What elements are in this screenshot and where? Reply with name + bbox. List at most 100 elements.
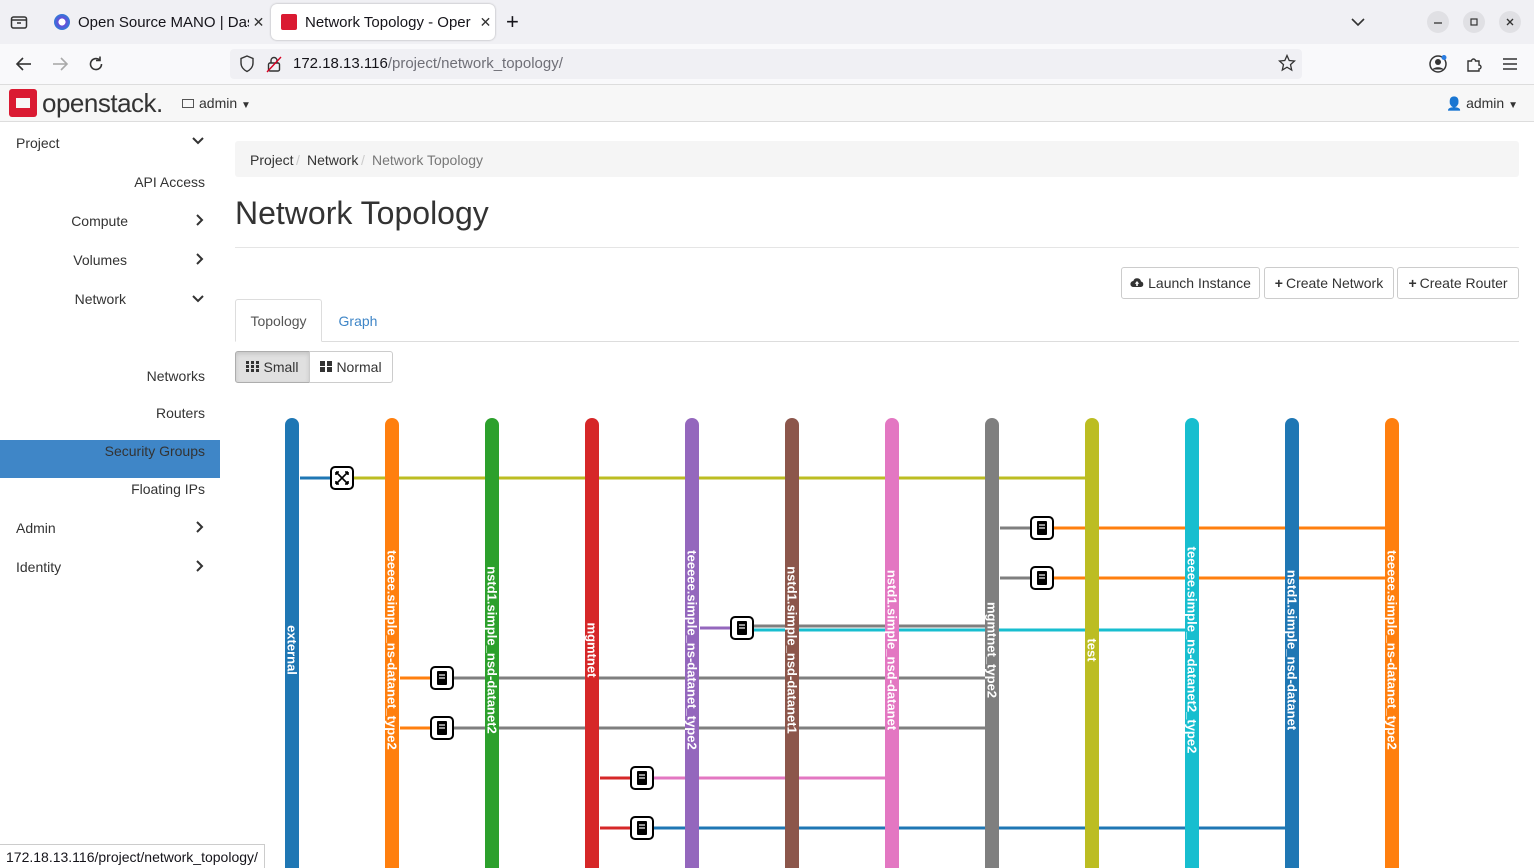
caret-down-icon: ▼ xyxy=(241,100,251,111)
breadcrumb-current: Network Topology xyxy=(372,152,484,168)
url-bar[interactable]: 172.18.13.116/project/network_topology/ xyxy=(230,49,1302,79)
sidebar-item-network[interactable]: Network xyxy=(75,291,126,307)
chevron-down-icon[interactable] xyxy=(191,292,205,307)
sidebar-item-routers[interactable]: Routers xyxy=(156,405,205,421)
server-icon xyxy=(737,621,747,635)
tab-graph[interactable]: Graph xyxy=(326,299,390,342)
chevron-right-icon[interactable] xyxy=(195,252,205,269)
openstack-logo-icon[interactable] xyxy=(9,89,37,117)
sidebar-item-api-access[interactable]: API Access xyxy=(134,174,205,190)
openstack-header: openstack. admin ▼ 👤 admin ▼ xyxy=(0,85,1534,122)
network-bar-11[interactable] xyxy=(1385,418,1399,868)
breadcrumb-separator: / xyxy=(296,152,300,168)
plus-icon: + xyxy=(1274,275,1283,291)
breadcrumb: Project / Network / Network Topology xyxy=(235,141,1519,177)
plus-icon: + xyxy=(1408,275,1417,291)
instance-node[interactable] xyxy=(430,716,454,740)
network-label-7: mgmtnet_type2 xyxy=(985,602,1000,698)
sidebar-item-identity[interactable]: Identity xyxy=(16,559,61,575)
network-bar-6[interactable] xyxy=(885,418,899,868)
extensions-puzzle-icon[interactable] xyxy=(1462,52,1486,76)
url-text[interactable]: 172.18.13.116/project/network_topology/ xyxy=(293,55,563,72)
new-tab-button[interactable]: + xyxy=(506,8,519,36)
user-menu[interactable]: 👤 admin ▼ xyxy=(1446,95,1518,112)
instance-node[interactable] xyxy=(730,616,754,640)
sidebar-item-project[interactable]: Project xyxy=(16,135,60,151)
router-node[interactable] xyxy=(330,466,354,490)
close-tab-icon[interactable]: ✕ xyxy=(249,14,268,31)
chevron-right-icon[interactable] xyxy=(195,213,205,230)
sidebar-item-network-topology[interactable]: Network Topology xyxy=(94,330,205,346)
app-menu-icon[interactable] xyxy=(1498,52,1522,76)
instance-node[interactable] xyxy=(1030,516,1054,540)
back-arrow-icon[interactable] xyxy=(12,52,36,76)
minimize-window-button[interactable] xyxy=(1426,8,1450,36)
sidebar-item-volumes[interactable]: Volumes xyxy=(73,252,127,268)
chevron-right-icon[interactable] xyxy=(195,559,205,576)
tracking-shield-icon[interactable] xyxy=(239,55,255,78)
network-bar-0[interactable] xyxy=(285,418,299,868)
network-label-4: teeeee.simple_ns-datanet_type2 xyxy=(685,550,700,749)
breadcrumb-network[interactable]: Network xyxy=(307,152,358,168)
page-title: Network Topology xyxy=(235,195,489,231)
project-selector[interactable]: admin ▼ xyxy=(182,95,251,111)
normal-toggle-button[interactable]: Normal xyxy=(309,351,393,383)
sidebar-item-floating-ips[interactable]: Floating IPs xyxy=(131,481,205,497)
network-label-6: nstd1.simple_nsd-datanet xyxy=(885,570,900,731)
forward-arrow-icon[interactable] xyxy=(48,52,72,76)
network-topology-canvas[interactable]: external teeeee.simple_ns-datanet_type2 ns… xyxy=(0,0,1534,868)
network-bar-4[interactable] xyxy=(685,418,699,868)
network-bar-3[interactable] xyxy=(585,418,599,868)
breadcrumb-project[interactable]: Project xyxy=(250,152,294,168)
network-bar-7[interactable] xyxy=(985,418,999,868)
network-bar-10[interactable] xyxy=(1285,418,1299,868)
network-label-11: teeeee.simple_ns-datanet_type2 xyxy=(1385,550,1400,749)
sidebar-item-compute[interactable]: Compute xyxy=(71,213,128,229)
network-label-10: nstd1.simple_nsd-datanet xyxy=(1285,570,1300,731)
osm-favicon-icon xyxy=(54,14,70,30)
insecure-lock-icon[interactable] xyxy=(266,55,282,78)
browser-tab-network-topology[interactable]: Network Topology - Oper ✕ xyxy=(271,4,495,40)
instance-node[interactable] xyxy=(630,766,654,790)
create-network-button[interactable]: + Create Network xyxy=(1264,267,1394,299)
network-bar-1[interactable] xyxy=(385,418,399,868)
network-bar-5[interactable] xyxy=(785,418,799,868)
server-icon xyxy=(637,771,647,785)
network-label-2: nstd1.simple_nsd-datanet2 xyxy=(485,566,500,734)
sidebar-item-security-groups[interactable]: Security Groups xyxy=(105,443,205,459)
network-bar-2[interactable] xyxy=(485,418,499,868)
sidebar-item-admin[interactable]: Admin xyxy=(16,520,56,536)
chevron-down-icon[interactable] xyxy=(191,134,205,149)
list-tabs-chevron-icon[interactable] xyxy=(1350,8,1366,36)
bookmark-star-icon[interactable] xyxy=(1277,53,1297,77)
instance-node[interactable] xyxy=(430,666,454,690)
openstack-favicon-icon xyxy=(281,14,297,30)
close-window-button[interactable] xyxy=(1498,8,1522,36)
link-status-bar: 172.18.13.116/project/network_topology/ xyxy=(0,844,265,868)
tab-overview-icon[interactable] xyxy=(10,8,30,36)
instance-node[interactable] xyxy=(1030,566,1054,590)
openstack-logo-text[interactable]: openstack. xyxy=(42,88,163,119)
server-icon xyxy=(182,99,194,108)
server-icon xyxy=(1037,521,1047,535)
browser-tab-osm[interactable]: Open Source MANO | Das ✕ xyxy=(44,4,268,40)
account-icon[interactable] xyxy=(1426,52,1450,76)
divider xyxy=(235,247,1519,248)
tabs-divider xyxy=(235,341,1519,342)
sidebar-item-networks[interactable]: Networks xyxy=(147,368,205,384)
tab-topology[interactable]: Topology xyxy=(235,299,322,342)
network-label-3: mgmtnet xyxy=(585,623,600,679)
network-bar-9[interactable] xyxy=(1185,418,1199,868)
chevron-right-icon[interactable] xyxy=(195,520,205,537)
network-label-1: teeeee.simple_ns-datanet_type2 xyxy=(385,550,400,749)
create-router-button[interactable]: + Create Router xyxy=(1397,267,1519,299)
close-tab-icon[interactable]: ✕ xyxy=(476,14,495,31)
instance-node[interactable] xyxy=(630,816,654,840)
network-bar-8[interactable] xyxy=(1085,418,1099,868)
restore-window-button[interactable] xyxy=(1462,8,1486,36)
launch-instance-button[interactable]: Launch Instance xyxy=(1121,267,1260,299)
small-toggle-button[interactable]: Small xyxy=(235,351,310,383)
reload-icon[interactable] xyxy=(84,52,108,76)
server-icon xyxy=(637,821,647,835)
network-label-0: external xyxy=(285,625,300,675)
